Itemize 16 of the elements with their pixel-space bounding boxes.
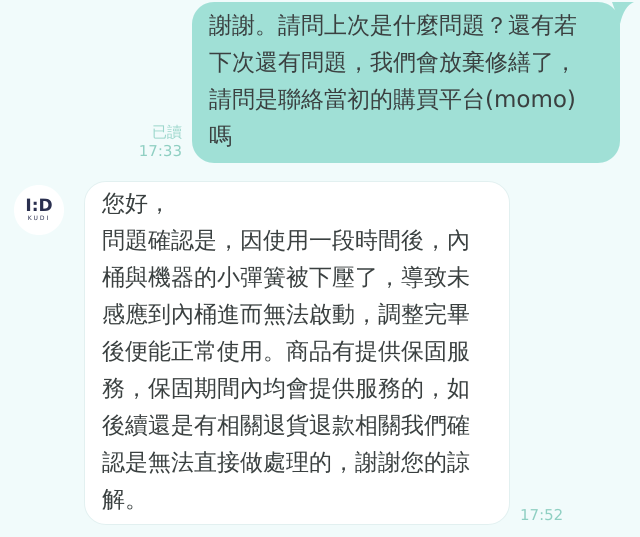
message-text: 解。: [102, 486, 148, 515]
message-text: 您好，: [102, 190, 171, 219]
message-text: 感應到內桶進而無法啟動，調整完畢: [102, 301, 470, 330]
message-text: 謝謝。請問上次是什麼問題？還有若: [209, 12, 577, 41]
message-text: 務，保固期間內均會提供服務的，如: [102, 375, 470, 404]
message-text: 問題確認是，因使用一段時間後，內: [102, 227, 470, 256]
message-text: 桶與機器的小彈簧被下壓了，導致未: [102, 264, 470, 293]
message-text: 嗎: [209, 123, 232, 152]
message-text: 下次還有問題，我們會放棄修繕了，: [209, 49, 577, 78]
message-time: 17:33: [138, 142, 182, 161]
message-time: 17:52: [520, 506, 564, 525]
message-text: 後便能正常使用。商品有提供保固服: [102, 338, 470, 367]
read-receipt: 已讀: [152, 123, 182, 142]
message-text: 認是無法直接做處理的，謝謝您的諒: [102, 449, 470, 478]
message-text: 請問是聯絡當初的購買平台(momo): [209, 86, 576, 115]
message-text: 後續還是有相關退貨退款相關我們確: [102, 412, 470, 441]
